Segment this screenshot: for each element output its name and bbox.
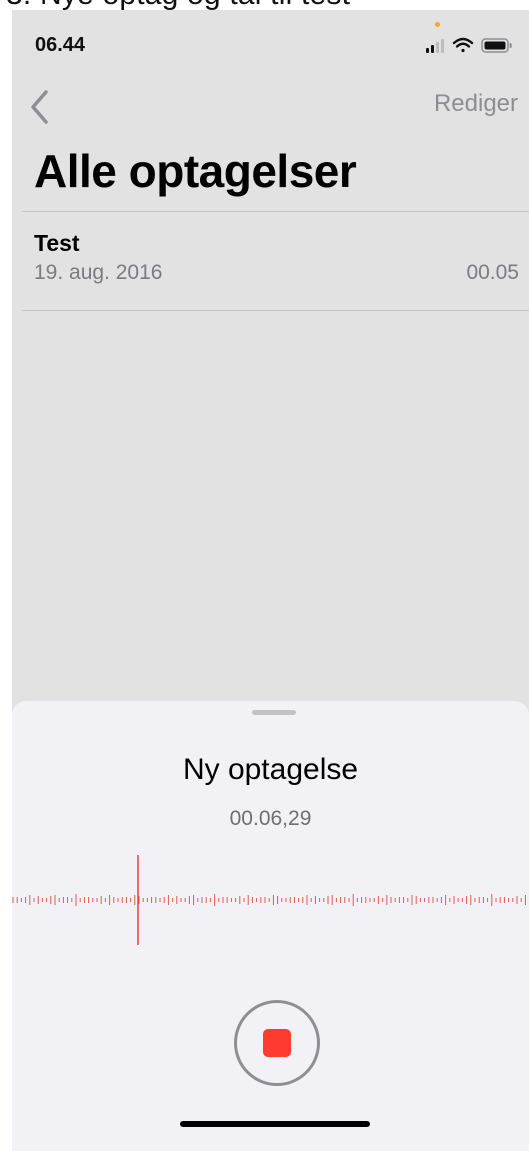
phone-screen: 06.44 Rediger Alle optagelser Test 19. a… <box>12 10 529 1151</box>
recording-duration: 00.05 <box>466 261 519 284</box>
chevron-left-icon <box>31 90 48 124</box>
home-indicator <box>180 1121 370 1127</box>
caption-strip: 3. Nye optag og tal til test <box>0 0 529 10</box>
sheet-title: Ny optagelse <box>182 753 359 786</box>
wifi-icon <box>452 37 474 53</box>
sheet-grabber[interactable] <box>252 710 296 715</box>
status-icons <box>426 37 512 53</box>
page-title: Alle optagelser <box>34 145 357 197</box>
recording-name: Test <box>34 230 80 256</box>
battery-icon <box>481 38 512 53</box>
back-button[interactable] <box>24 86 64 130</box>
recording-list-item[interactable]: Test 19. aug. 2016 00.05 <box>22 212 529 310</box>
mic-indicator-dot <box>435 22 440 27</box>
stop-icon <box>263 1029 291 1057</box>
caption-text: 3. Nye optag og tal til test <box>6 0 350 10</box>
stop-recording-button[interactable] <box>234 1000 320 1086</box>
recording-date: 19. aug. 2016 <box>34 261 163 284</box>
divider-bottom <box>22 310 529 311</box>
edit-button[interactable]: Rediger <box>434 90 518 118</box>
recording-sheet: Ny optagelse 00.06,29 <box>12 701 529 1151</box>
waveform <box>12 855 526 945</box>
signal-icon <box>426 39 444 53</box>
status-time: 06.44 <box>35 34 86 56</box>
recording-timer: 00.06,29 <box>229 807 312 830</box>
